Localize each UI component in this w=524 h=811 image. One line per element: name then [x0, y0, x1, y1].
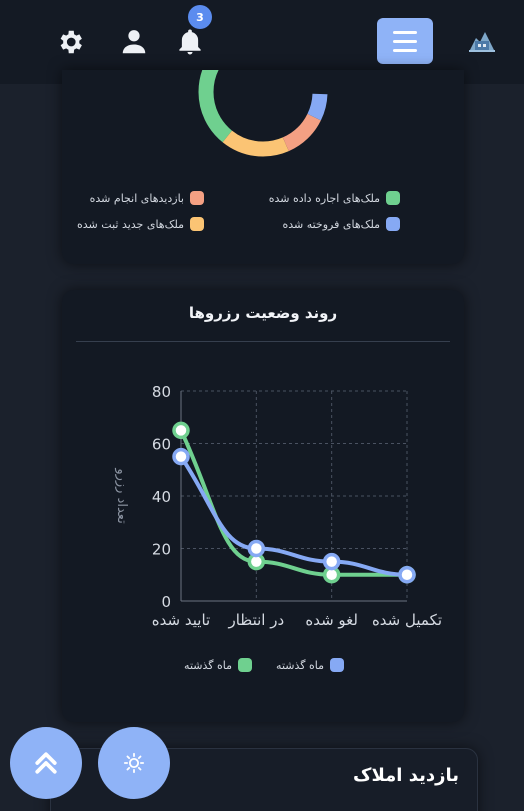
x-tick-label: در انتظار	[227, 611, 284, 629]
theme-toggle-button[interactable]	[98, 727, 170, 799]
donut-chart	[198, 70, 328, 157]
scroll-top-button[interactable]	[10, 727, 82, 799]
y-axis-label: تعداد رزرو	[114, 467, 129, 524]
legend-item-series-green[interactable]: ماه گذشته	[184, 658, 252, 672]
legend-item-series-blue[interactable]: ماه گذشته	[276, 658, 344, 672]
settings-icon[interactable]	[55, 27, 85, 57]
y-tick-label: 80	[152, 383, 171, 401]
legend-item-rented[interactable]: ملک‌های اجاره داده شده	[269, 191, 400, 205]
bell-icon[interactable]	[175, 27, 205, 57]
data-point	[398, 566, 416, 584]
menu-icon	[393, 30, 417, 34]
legend-item-new[interactable]: ملک‌های جدید ثبت شده	[77, 217, 204, 231]
x-tick-label: لغو شده	[305, 611, 358, 629]
y-tick-label: 0	[161, 593, 171, 611]
notification-badge: 3	[188, 5, 212, 29]
property-status-card: ملک‌های اجاره داده شده بازدیدهای انجام ش…	[62, 70, 464, 264]
data-point	[322, 552, 341, 571]
logo[interactable]	[466, 26, 498, 54]
section-title: بازدید املاک	[353, 765, 459, 786]
legend-item-sold[interactable]: ملک‌های فروخته شده	[282, 217, 400, 231]
data-point	[172, 421, 190, 440]
menu-button[interactable]	[377, 18, 433, 64]
user-icon[interactable]	[119, 27, 149, 57]
double-chevron-up-icon	[35, 752, 57, 774]
y-tick-label: 60	[152, 436, 171, 454]
reservation-trend-card: روند وضعیت رزروها 0 20 40 60 80 تایید شده در ا…	[62, 290, 464, 722]
data-point	[172, 447, 190, 466]
line-chart: 0 20 40 60 80 تایید شده در انتظار لغو شده تکمیل …	[114, 383, 442, 629]
x-tick-label: تایید شده	[152, 611, 210, 629]
x-tick-label: تکمیل شده	[372, 611, 442, 629]
y-tick-label: 40	[152, 488, 171, 506]
sun-icon	[123, 752, 145, 774]
legend-item-visits[interactable]: بازدیدهای انجام شده	[90, 191, 204, 205]
y-tick-label: 20	[152, 541, 171, 559]
series-line	[179, 454, 409, 577]
data-point	[247, 539, 266, 558]
